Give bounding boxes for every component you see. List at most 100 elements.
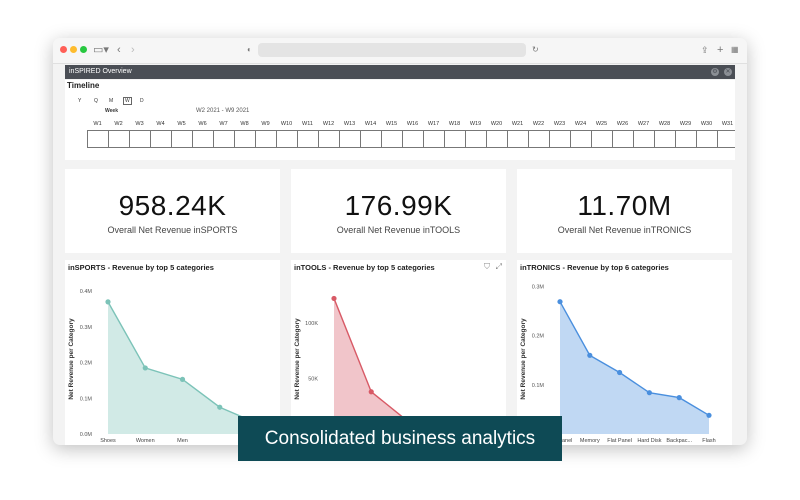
week-cell[interactable]: W10 bbox=[276, 120, 297, 148]
week-cell[interactable]: W12 bbox=[318, 120, 339, 148]
tabs-icon[interactable]: ▦ bbox=[731, 43, 739, 57]
week-box[interactable] bbox=[696, 130, 717, 148]
kpi-value: 176.99K bbox=[344, 190, 453, 221]
filter-icon[interactable]: ⛉ bbox=[484, 262, 490, 272]
sidebar-icon[interactable]: ▭▾ bbox=[93, 43, 109, 57]
week-box[interactable] bbox=[381, 130, 402, 148]
week-box[interactable] bbox=[591, 130, 612, 148]
week-box[interactable] bbox=[339, 130, 360, 148]
week-label: W30 bbox=[700, 121, 713, 127]
timeline-title: Timeline bbox=[67, 81, 100, 90]
week-box[interactable] bbox=[213, 130, 234, 148]
period-month[interactable]: M bbox=[109, 98, 113, 104]
week-box[interactable] bbox=[318, 130, 339, 148]
reload-icon[interactable]: ↻ bbox=[532, 43, 539, 57]
week-cell[interactable]: W14 bbox=[360, 120, 381, 148]
week-cell[interactable]: W20 bbox=[486, 120, 507, 148]
share-icon[interactable]: ⇪ bbox=[701, 43, 709, 57]
week-box[interactable] bbox=[444, 130, 465, 148]
week-box[interactable] bbox=[612, 130, 633, 148]
y-tick-label: 0.2M bbox=[80, 361, 93, 367]
week-cell[interactable]: W22 bbox=[528, 120, 549, 148]
week-cell[interactable]: W3 bbox=[129, 120, 150, 148]
week-cell[interactable]: W16 bbox=[402, 120, 423, 148]
week-cell[interactable]: W6 bbox=[192, 120, 213, 148]
data-point bbox=[557, 299, 563, 305]
period-week[interactable]: W bbox=[123, 97, 132, 105]
week-cell[interactable]: W11 bbox=[297, 120, 318, 148]
week-cell[interactable]: W23 bbox=[549, 120, 570, 148]
week-cell[interactable]: W30 bbox=[696, 120, 717, 148]
close-window-button[interactable] bbox=[60, 46, 67, 53]
week-label: W25 bbox=[595, 121, 608, 127]
week-box[interactable] bbox=[171, 130, 192, 148]
week-cell[interactable]: W24 bbox=[570, 120, 591, 148]
minimize-window-button[interactable] bbox=[70, 46, 77, 53]
data-point bbox=[617, 369, 623, 376]
week-cell[interactable]: W13 bbox=[339, 120, 360, 148]
data-point bbox=[105, 299, 111, 305]
zoom-window-button[interactable] bbox=[80, 46, 87, 53]
week-box[interactable] bbox=[108, 130, 129, 148]
y-tick-label: 0.1M bbox=[532, 383, 545, 389]
week-cell[interactable]: W26 bbox=[612, 120, 633, 148]
week-box[interactable] bbox=[87, 130, 108, 148]
close-icon[interactable]: ✕ bbox=[724, 68, 732, 76]
week-box[interactable] bbox=[423, 130, 444, 148]
week-box[interactable] bbox=[633, 130, 654, 148]
address-bar[interactable] bbox=[258, 43, 526, 57]
week-box[interactable] bbox=[402, 130, 423, 148]
week-box[interactable] bbox=[654, 130, 675, 148]
period-year[interactable]: Y bbox=[78, 98, 81, 104]
settings-icon[interactable]: ⚙ bbox=[711, 68, 719, 76]
week-cell[interactable]: W9 bbox=[255, 120, 276, 148]
week-box[interactable] bbox=[465, 130, 486, 148]
week-box[interactable] bbox=[507, 130, 528, 148]
week-label: W11 bbox=[302, 121, 313, 127]
week-cell[interactable]: W1 bbox=[87, 120, 108, 148]
week-cell[interactable]: W25 bbox=[591, 120, 612, 148]
week-cell[interactable]: W4 bbox=[150, 120, 171, 148]
period-day[interactable]: D bbox=[140, 98, 144, 104]
x-tick-label: Women bbox=[136, 438, 155, 444]
week-label: W2 bbox=[114, 121, 123, 127]
chart-title: inTOOLS - Revenue by top 5 categories bbox=[294, 263, 435, 272]
week-cell[interactable]: W2 bbox=[108, 120, 129, 148]
back-icon[interactable]: ‹ bbox=[117, 43, 121, 57]
expand-icon[interactable]: ⤢ bbox=[496, 262, 502, 272]
week-box[interactable] bbox=[129, 130, 150, 148]
week-cell[interactable]: W8 bbox=[234, 120, 255, 148]
new-tab-icon[interactable]: + bbox=[717, 43, 723, 57]
week-box[interactable] bbox=[234, 130, 255, 148]
period-quarter[interactable]: Q bbox=[94, 98, 98, 104]
week-box[interactable] bbox=[255, 130, 276, 148]
week-cell[interactable]: W7 bbox=[213, 120, 234, 148]
week-cell[interactable]: W28 bbox=[654, 120, 675, 148]
week-cell[interactable]: W29 bbox=[675, 120, 696, 148]
week-box[interactable] bbox=[192, 130, 213, 148]
week-cell[interactable]: W17 bbox=[423, 120, 444, 148]
week-cell[interactable]: W27 bbox=[633, 120, 654, 148]
week-box[interactable] bbox=[570, 130, 591, 148]
week-cell[interactable]: W21 bbox=[507, 120, 528, 148]
week-box[interactable] bbox=[150, 130, 171, 148]
week-box[interactable] bbox=[528, 130, 549, 148]
week-box[interactable] bbox=[549, 130, 570, 148]
week-label: W10 bbox=[280, 121, 293, 127]
week-cell[interactable]: W5 bbox=[171, 120, 192, 148]
kpi-card-intools: 176.99K Overall Net Revenue inTOOLS bbox=[291, 169, 506, 253]
forward-icon[interactable]: › bbox=[131, 43, 135, 57]
week-cell[interactable]: W18 bbox=[444, 120, 465, 148]
week-cell[interactable]: W31 bbox=[717, 120, 735, 148]
week-box[interactable] bbox=[675, 130, 696, 148]
week-cell[interactable]: W15 bbox=[381, 120, 402, 148]
week-box[interactable] bbox=[717, 130, 735, 148]
week-box[interactable] bbox=[297, 130, 318, 148]
week-box[interactable] bbox=[486, 130, 507, 148]
week-box[interactable] bbox=[276, 130, 297, 148]
week-box[interactable] bbox=[360, 130, 381, 148]
data-point bbox=[587, 352, 593, 358]
chart-title: inTRONICS - Revenue by top 6 categories bbox=[520, 263, 669, 272]
week-cell[interactable]: W19 bbox=[465, 120, 486, 148]
week-label: W1 bbox=[93, 121, 102, 127]
